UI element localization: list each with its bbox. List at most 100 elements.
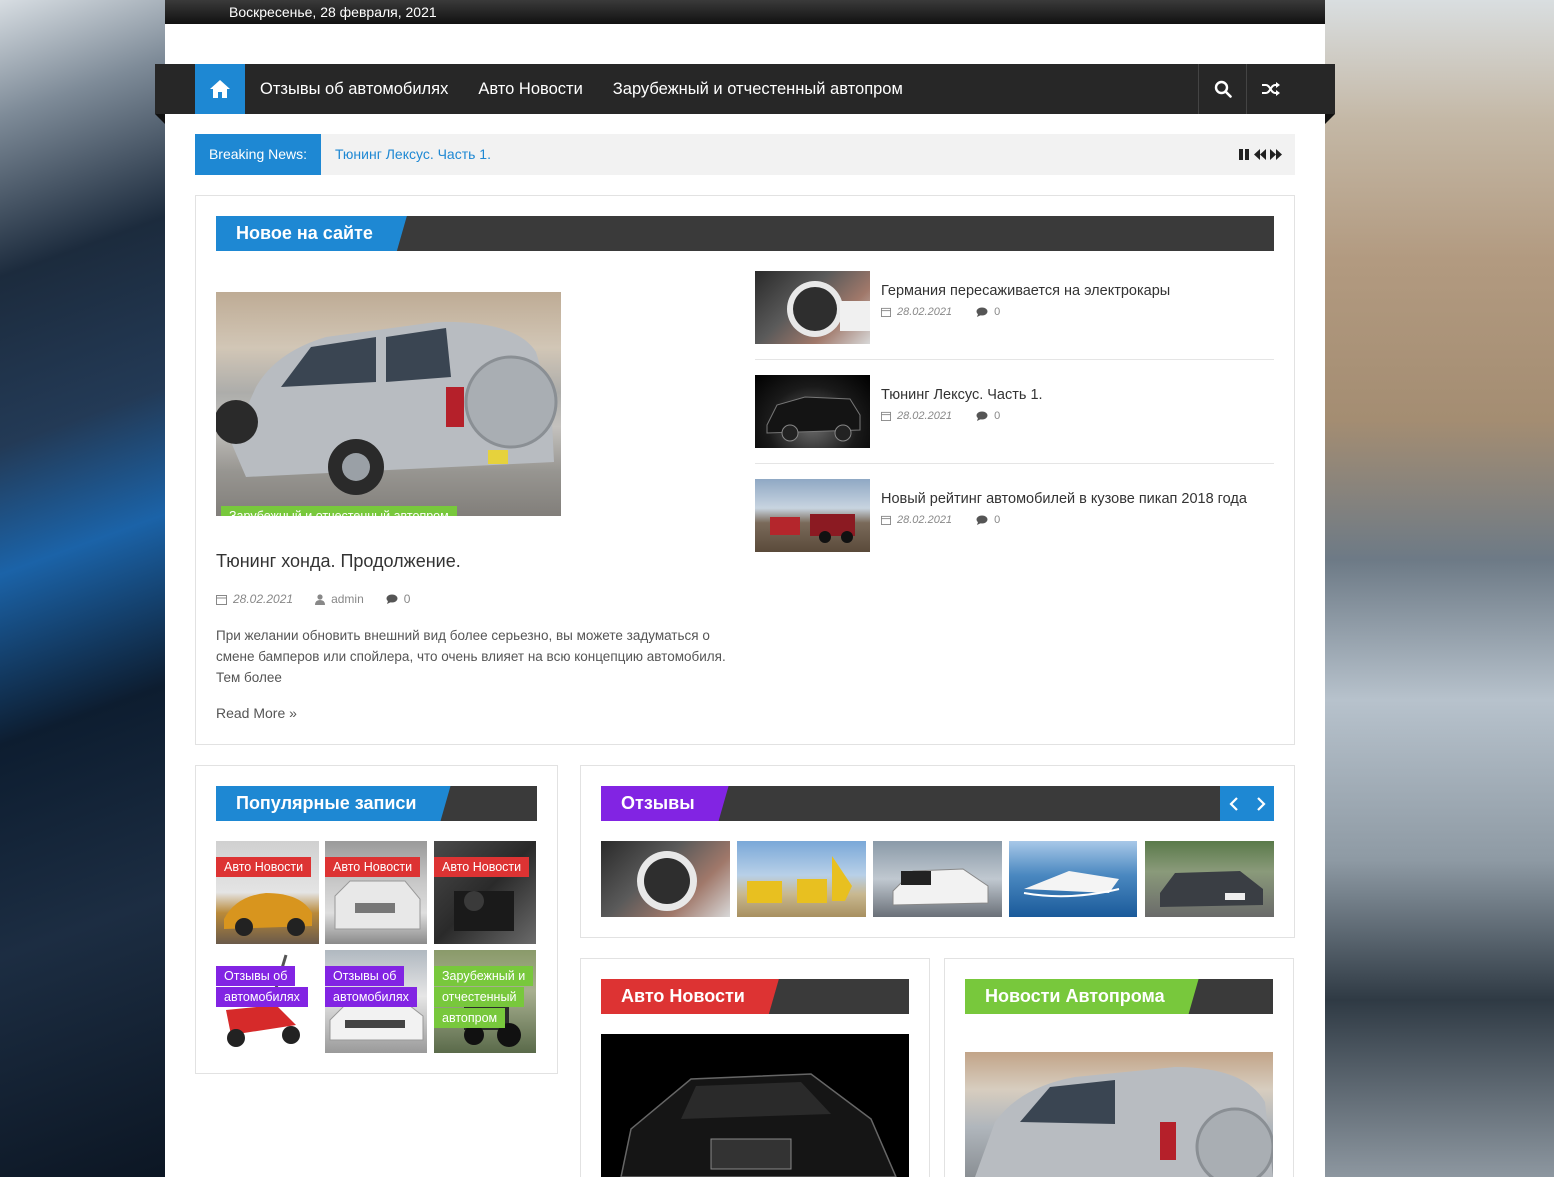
popular-post-4[interactable]: Отзывы об автомобилях <box>216 950 319 1053</box>
electric-car-illustration <box>787 281 870 337</box>
side-post-2-date: 28.02.2021 <box>897 410 953 422</box>
home-icon <box>210 80 230 98</box>
review-item-5[interactable] <box>1145 841 1274 917</box>
popular-post-3[interactable]: Авто Новости <box>434 841 536 944</box>
electric-car-illustration <box>637 851 697 911</box>
nav-item-reviews[interactable]: Отзывы об автомобилях <box>260 64 463 114</box>
popular-post-6-category-3[interactable]: автопром <box>434 1008 506 1028</box>
chevron-left-icon <box>1228 796 1238 811</box>
comment-icon <box>976 515 988 525</box>
featured-post-image[interactable]: Зарубежный и отчестенный автопром <box>216 292 561 516</box>
popular-post-1[interactable]: Авто Новости <box>216 841 319 944</box>
popular-post-5-category-1[interactable]: Отзывы об <box>325 966 405 986</box>
comment-icon <box>976 307 988 317</box>
boat-illustration <box>1023 871 1120 898</box>
popular-post-6[interactable]: Зарубежный и отчестенный автопром <box>434 950 536 1053</box>
featured-post-comments[interactable]: 0 <box>404 592 411 606</box>
popular-post-4-category-1[interactable]: Отзывы об <box>216 966 296 986</box>
breaking-news-headline[interactable]: Тюнинг Лексус. Часть 1. <box>335 134 491 175</box>
popular-post-5[interactable]: Отзывы об автомобилях <box>325 950 427 1053</box>
popular-post-3-category[interactable]: Авто Новости <box>434 857 530 877</box>
shuffle-icon <box>1261 82 1280 96</box>
auto-news-title: Авто Новости <box>601 979 779 1014</box>
prev-icon[interactable] <box>1254 148 1267 161</box>
side-post-2-meta: 28.02.2021 0 <box>881 410 1000 422</box>
review-item-4[interactable] <box>1009 841 1137 917</box>
featured-post-date: 28.02.2021 <box>233 592 294 606</box>
popular-post-2-category[interactable]: Авто Новости <box>325 857 421 877</box>
nav-item-autoprom[interactable]: Зарубежный и отчестенный автопром <box>613 64 918 114</box>
review-item-1[interactable] <box>601 841 730 917</box>
next-icon[interactable] <box>1270 148 1283 161</box>
review-item-2[interactable] <box>737 841 866 917</box>
popular-post-4-category-2[interactable]: автомобилях <box>216 987 308 1007</box>
side-post-1-image[interactable] <box>755 271 870 344</box>
search-button[interactable] <box>1198 64 1246 114</box>
side-post-2-comments[interactable]: 0 <box>994 410 1000 422</box>
auto-news-header: Авто Новости <box>601 979 909 1014</box>
read-more-link[interactable]: Read More » <box>216 705 297 721</box>
loaders-illustration <box>747 856 852 903</box>
side-post-3-date: 28.02.2021 <box>897 514 953 526</box>
side-post-1-date: 28.02.2021 <box>897 306 953 318</box>
calendar-icon <box>881 307 891 317</box>
white-car-illustration <box>892 868 989 906</box>
popular-post-2[interactable]: Авто Новости <box>325 841 427 944</box>
popular-post-1-category[interactable]: Авто Новости <box>216 857 312 877</box>
comment-icon <box>386 594 398 604</box>
background-left <box>0 0 165 1177</box>
user-icon <box>315 593 326 605</box>
background-right <box>1325 0 1554 1177</box>
industry-news-title: Новости Автопрома <box>965 979 1199 1014</box>
industry-news-header: Новости Автопрома <box>965 979 1273 1014</box>
featured-post-meta: 28.02.2021 admin 0 <box>216 592 410 606</box>
nav-item-auto-news[interactable]: Авто Новости <box>478 64 597 114</box>
breaking-news-bar: Breaking News: Тюнинг Лексус. Часть 1. <box>195 134 1295 175</box>
side-post-3-title[interactable]: Новый рейтинг автомобилей в кузове пикап… <box>881 491 1247 507</box>
popular-post-5-category-2[interactable]: автомобилях <box>325 987 417 1007</box>
current-date: Воскресенье, 28 февраля, 2021 <box>229 4 437 20</box>
divider <box>755 359 1274 360</box>
side-post-2-title[interactable]: Тюнинг Лексус. Часть 1. <box>881 387 1043 403</box>
calendar-icon <box>881 411 891 421</box>
featured-post-title[interactable]: Тюнинг хонда. Продолжение. <box>216 551 461 572</box>
breaking-news-label: Breaking News: <box>195 134 321 175</box>
reviews-prev-button[interactable] <box>1220 786 1247 821</box>
chevron-right-icon <box>1256 796 1266 811</box>
auto-news-image[interactable] <box>601 1034 909 1177</box>
calendar-icon <box>216 594 227 605</box>
reviews-next-button[interactable] <box>1247 786 1274 821</box>
industry-news-image[interactable] <box>965 1052 1273 1177</box>
reviews-header: Отзывы <box>601 786 1220 821</box>
popular-posts-header: Популярные записи <box>216 786 537 821</box>
side-post-3-image[interactable] <box>755 479 870 552</box>
side-post-2-image[interactable] <box>755 375 870 448</box>
side-post-3-comments[interactable]: 0 <box>994 514 1000 526</box>
top-bar: Воскресенье, 28 февраля, 2021 <box>165 0 1325 24</box>
search-icon <box>1214 80 1232 98</box>
featured-post-excerpt: При желании обновить внешний вид более с… <box>216 628 726 685</box>
featured-post-category[interactable]: Зарубежный и отчестенный автопром <box>221 506 457 516</box>
bmw-illustration <box>1160 871 1263 907</box>
home-button[interactable] <box>195 64 245 114</box>
lexus-illustration <box>766 396 861 442</box>
side-post-1-title[interactable]: Германия пересаживается на электрокары <box>881 283 1170 299</box>
popular-posts-title: Популярные записи <box>216 786 451 821</box>
featured-section-title: Новое на сайте <box>216 216 407 251</box>
divider <box>755 463 1274 464</box>
random-post-button[interactable] <box>1246 64 1294 114</box>
review-item-3[interactable] <box>873 841 1002 917</box>
comment-icon <box>976 411 988 421</box>
side-post-3-meta: 28.02.2021 0 <box>881 514 1000 526</box>
pause-icon[interactable] <box>1238 148 1251 161</box>
car-illustration <box>975 1067 1273 1177</box>
reviews-title: Отзывы <box>601 786 729 821</box>
popular-post-6-category-1[interactable]: Зарубежный и <box>434 966 534 986</box>
pickup-illustration <box>770 514 855 543</box>
featured-post-author[interactable]: admin <box>331 592 364 606</box>
side-post-1-meta: 28.02.2021 0 <box>881 306 1000 318</box>
popular-post-6-category-2[interactable]: отчестенный <box>434 987 525 1007</box>
featured-section-header: Новое на сайте <box>216 216 1274 251</box>
lexus-illustration <box>620 1073 897 1177</box>
side-post-1-comments[interactable]: 0 <box>994 306 1000 318</box>
